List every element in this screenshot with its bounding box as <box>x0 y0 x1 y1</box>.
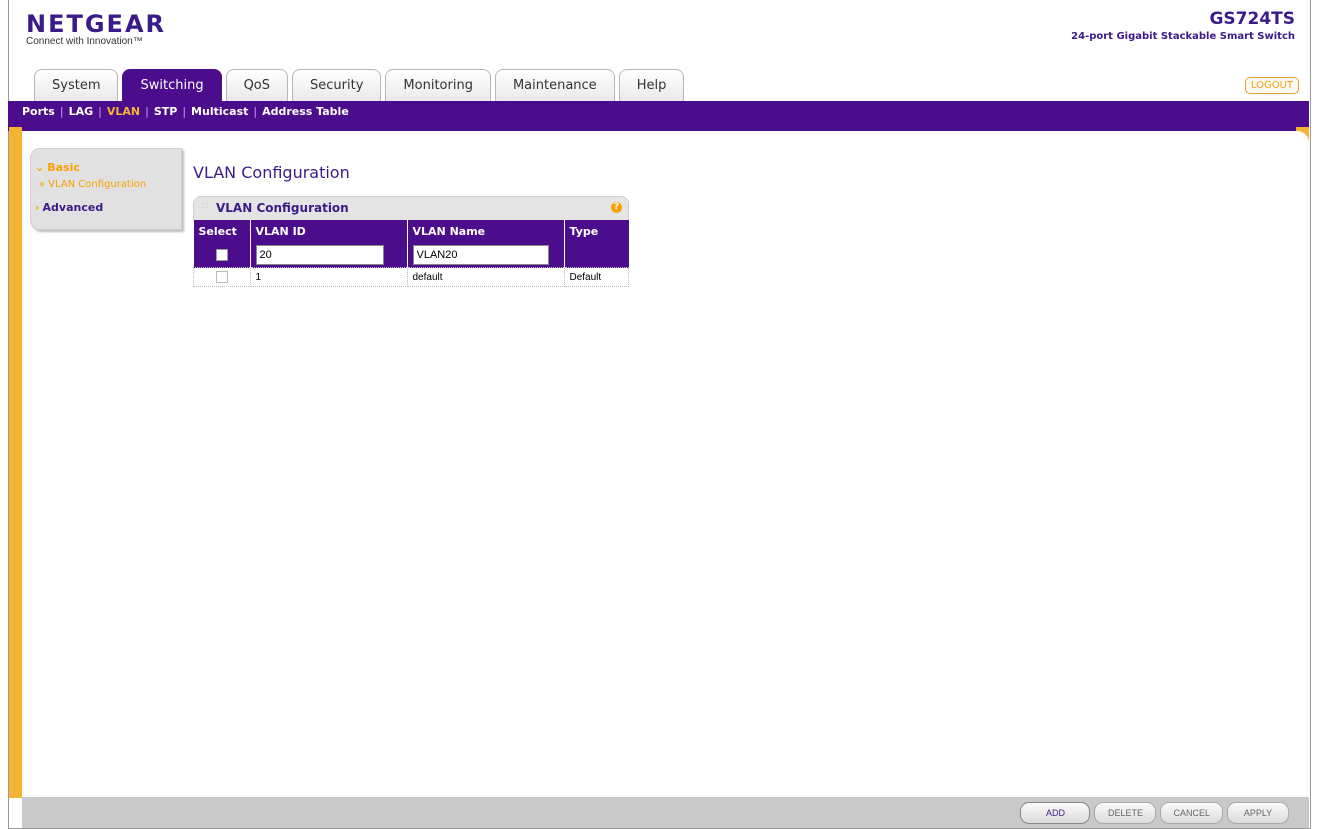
tab-security[interactable]: Security <box>292 69 382 101</box>
logout-button[interactable]: LOGOUT <box>1244 77 1299 94</box>
tab-maintenance[interactable]: Maintenance <box>494 69 615 101</box>
column-header-vlan-name: VLAN Name <box>406 220 564 242</box>
subnav-vlan[interactable]: VLAN <box>107 105 140 118</box>
vlan-name-input[interactable] <box>412 244 549 265</box>
page-title: VLAN Configuration <box>193 163 350 182</box>
subnav-ports[interactable]: Ports <box>22 105 55 118</box>
main-tabs: System Switching QoS Security Monitoring… <box>34 69 685 101</box>
tab-system[interactable]: System <box>34 69 119 101</box>
subnav-address-table[interactable]: Address Table <box>262 105 349 118</box>
column-header-type: Type <box>563 220 629 242</box>
add-button[interactable]: ADD <box>1020 802 1091 824</box>
row-vlan-id: 1 <box>249 267 408 287</box>
subnav-divider: | <box>145 105 149 118</box>
netgear-logo: NETGEAR Connect with Innovation™ <box>26 10 166 47</box>
table-row: 1 default Default <box>193 267 629 287</box>
edit-type-cell <box>563 242 629 268</box>
select-checkbox[interactable] <box>215 249 228 261</box>
delete-button[interactable]: DELETE <box>1094 802 1157 824</box>
row-select-cell <box>193 267 251 287</box>
subnav-divider: | <box>253 105 258 118</box>
chevron-down-icon: ⌄ <box>35 161 45 174</box>
column-header-vlan-id: VLAN ID <box>249 220 407 242</box>
brand-name: NETGEAR <box>26 10 166 38</box>
tab-qos[interactable]: QoS <box>225 69 289 101</box>
subnav-stp[interactable]: STP <box>154 105 178 118</box>
nav-advanced[interactable]: › Advanced <box>35 201 103 214</box>
chevron-right-icon: › <box>35 201 40 214</box>
cancel-button[interactable]: CANCEL <box>1160 802 1223 824</box>
vlan-table: Select VLAN ID VLAN Name Type 1 default … <box>193 220 629 287</box>
edit-vlan-id-cell <box>249 242 407 268</box>
orange-side-border <box>9 127 22 798</box>
model-description: 24-port Gigabit Stackable Smart Switch <box>1071 31 1295 42</box>
table-header-row: Select VLAN ID VLAN Name Type <box>193 220 629 242</box>
left-nav: ⌄ Basic » VLAN Configuration › Advanced <box>30 148 182 230</box>
help-icon[interactable]: ? <box>611 202 622 213</box>
chevron-right-icon: » <box>39 179 46 190</box>
tab-help[interactable]: Help <box>618 69 685 101</box>
vlan-config-panel: ∷ VLAN Configuration ? Select VLAN ID VL… <box>193 196 629 287</box>
vlan-id-input[interactable] <box>255 244 384 265</box>
nav-basic[interactable]: ⌄ Basic <box>35 161 80 174</box>
subnav-items: Ports | LAG | VLAN | STP | Multicast | A… <box>22 105 349 118</box>
row-type: Default <box>563 267 629 287</box>
subnav-multicast[interactable]: Multicast <box>191 105 248 118</box>
nav-vlan-configuration[interactable]: » VLAN Configuration <box>39 179 146 190</box>
apply-button[interactable]: APPLY <box>1227 802 1289 824</box>
panel-header: ∷ VLAN Configuration ? <box>193 196 629 220</box>
model-info: GS724TS 24-port Gigabit Stackable Smart … <box>1071 9 1295 42</box>
edit-select-cell <box>193 242 250 268</box>
subnav-divider: | <box>98 105 102 118</box>
subnav-divider: | <box>59 105 64 118</box>
table-edit-row <box>193 242 629 268</box>
subnav-bar: Ports | LAG | VLAN | STP | Multicast | A… <box>8 101 1309 131</box>
row-select-checkbox[interactable] <box>215 271 228 283</box>
tab-switching[interactable]: Switching <box>122 69 222 101</box>
panel-title: VLAN Configuration <box>216 201 349 215</box>
subnav-lag[interactable]: LAG <box>69 105 94 118</box>
column-header-select: Select <box>193 220 250 242</box>
grip-icon: ∷ <box>202 201 209 212</box>
tab-monitoring[interactable]: Monitoring <box>385 69 491 101</box>
row-vlan-name: default <box>406 267 565 287</box>
model-name: GS724TS <box>1209 9 1295 29</box>
footer-buttons: ADD DELETE CANCEL APPLY <box>1020 802 1289 824</box>
edit-vlan-name-cell <box>406 242 564 268</box>
subnav-divider: | <box>182 105 187 118</box>
